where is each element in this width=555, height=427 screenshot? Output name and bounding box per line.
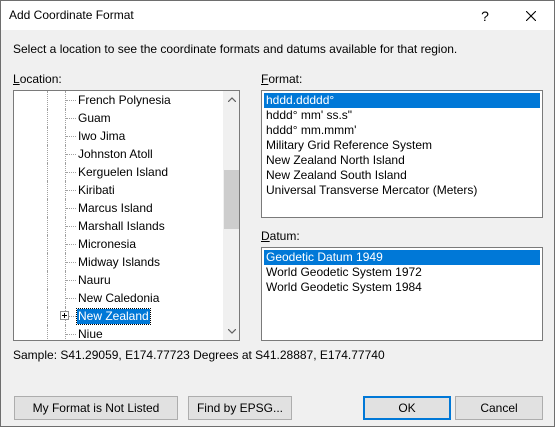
datum-list-item[interactable]: World Geodetic System 1972 — [264, 265, 540, 280]
tree-item-label: Nauru — [78, 273, 111, 287]
tree-item[interactable]: New Zealand — [14, 307, 223, 325]
datum-list[interactable]: Geodetic Datum 1949 World Geodetic System… — [261, 247, 543, 341]
expand-icon[interactable] — [60, 311, 69, 320]
add-coordinate-format-dialog: Add Coordinate Format ? Select a locatio… — [0, 0, 555, 427]
tree-connector — [66, 226, 76, 227]
tree-connector — [47, 181, 48, 199]
tree-connector — [66, 208, 76, 209]
tree-item[interactable]: Kerguelen Island — [14, 163, 223, 181]
title-bar: Add Coordinate Format ? — [1, 1, 554, 30]
dialog-title: Add Coordinate Format — [9, 8, 134, 22]
help-button[interactable]: ? — [462, 1, 508, 30]
cancel-button[interactable]: Cancel — [455, 396, 543, 420]
tree-connector — [47, 91, 48, 109]
format-list-item[interactable]: New Zealand North Island — [264, 153, 540, 168]
tree-item[interactable]: Nauru — [14, 271, 223, 289]
tree-connector — [66, 190, 76, 191]
format-list-item[interactable]: Military Grid Reference System — [264, 138, 540, 153]
tree-item-label: Kerguelen Island — [78, 165, 169, 179]
tree-item[interactable]: Johnston Atoll — [14, 145, 223, 163]
location-label: Location: — [13, 72, 62, 86]
tree-item-label: Iwo Jima — [78, 129, 126, 143]
datum-list-item[interactable]: World Geodetic System 1984 — [264, 280, 540, 295]
location-tree-scrollbar[interactable] — [223, 91, 239, 340]
tree-connector — [66, 262, 76, 263]
tree-connector — [47, 235, 48, 253]
tree-connector — [66, 244, 76, 245]
scroll-down-button[interactable] — [223, 323, 239, 340]
format-list[interactable]: hddd.ddddd° hddd° mm' ss.s" hddd° mm.mmm' M… — [261, 90, 543, 218]
format-list-item[interactable]: New Zealand South Island — [264, 168, 540, 183]
tree-connector — [66, 298, 76, 299]
tree-item[interactable]: French Polynesia — [14, 91, 223, 109]
tree-item[interactable]: Niue — [14, 325, 223, 340]
tree-connector — [47, 145, 48, 163]
chevron-up-icon — [227, 97, 236, 102]
datum-label: Datum: — [261, 229, 300, 243]
tree-connector — [47, 163, 48, 181]
tree-item-label: French Polynesia — [78, 93, 171, 107]
format-label: Format: — [261, 72, 303, 86]
tree-item[interactable]: Kiribati — [14, 181, 223, 199]
sample-text: Sample: S41.29059, E174.77723 Degrees at… — [13, 348, 385, 362]
tree-item-label: Marcus Island — [78, 201, 153, 215]
tree-item-label: Kiribati — [78, 183, 115, 197]
tree-item-label: Niue — [78, 327, 103, 340]
format-list-item[interactable]: hddd° mm' ss.s" — [264, 108, 540, 123]
scroll-up-button[interactable] — [223, 91, 239, 108]
tree-connector — [47, 199, 48, 217]
tree-connector — [66, 172, 76, 173]
tree-connector — [47, 217, 48, 235]
tree-item-label: Midway Islands — [78, 255, 161, 269]
ok-button[interactable]: OK — [363, 396, 451, 420]
tree-item[interactable]: New Caledonia — [14, 289, 223, 307]
tree-item[interactable]: Micronesia — [14, 235, 223, 253]
close-button[interactable] — [508, 1, 554, 30]
tree-connector — [66, 100, 76, 101]
tree-item-label: Micronesia — [78, 237, 137, 251]
close-icon — [526, 10, 536, 21]
tree-connector — [47, 127, 48, 145]
tree-connector — [66, 280, 76, 281]
tree-connector — [47, 253, 48, 271]
tree-item-label: Johnston Atoll — [78, 147, 153, 161]
format-list-item[interactable]: Universal Transverse Mercator (Meters) — [264, 183, 540, 198]
format-not-listed-button[interactable]: My Format is Not Listed — [14, 396, 178, 420]
instruction-text: Select a location to see the coordinate … — [13, 42, 458, 56]
help-icon: ? — [481, 7, 489, 24]
tree-item-label: Guam — [78, 111, 111, 125]
tree-item-label: New Zealand — [76, 308, 151, 325]
tree-item[interactable]: Midway Islands — [14, 253, 223, 271]
chevron-down-icon — [227, 329, 236, 334]
location-tree[interactable]: French Polynesia Guam Iwo Jima Johnston Ato… — [13, 90, 240, 341]
location-tree-items: French Polynesia Guam Iwo Jima Johnston Ato… — [14, 91, 223, 340]
tree-connector — [65, 325, 66, 340]
tree-connector — [66, 136, 76, 137]
format-list-item[interactable]: hddd° mm.mmm' — [264, 123, 540, 138]
tree-item-label: New Caledonia — [78, 291, 160, 305]
tree-item[interactable]: Guam — [14, 109, 223, 127]
tree-item[interactable]: Marshall Islands — [14, 217, 223, 235]
format-list-item[interactable]: hddd.ddddd° — [264, 93, 540, 108]
tree-connector — [66, 118, 76, 119]
tree-item-label: Marshall Islands — [78, 219, 165, 233]
tree-connector — [47, 109, 48, 127]
tree-connector — [47, 271, 48, 289]
tree-connector — [66, 334, 76, 335]
tree-item[interactable]: Iwo Jima — [14, 127, 223, 145]
tree-item[interactable]: Marcus Island — [14, 199, 223, 217]
tree-connector — [47, 325, 48, 340]
find-by-epsg-button[interactable]: Find by EPSG... — [188, 396, 292, 420]
tree-connector — [47, 307, 48, 325]
scroll-thumb[interactable] — [224, 170, 239, 229]
tree-connector — [47, 289, 48, 307]
datum-list-item[interactable]: Geodetic Datum 1949 — [264, 250, 540, 265]
tree-connector — [66, 154, 76, 155]
